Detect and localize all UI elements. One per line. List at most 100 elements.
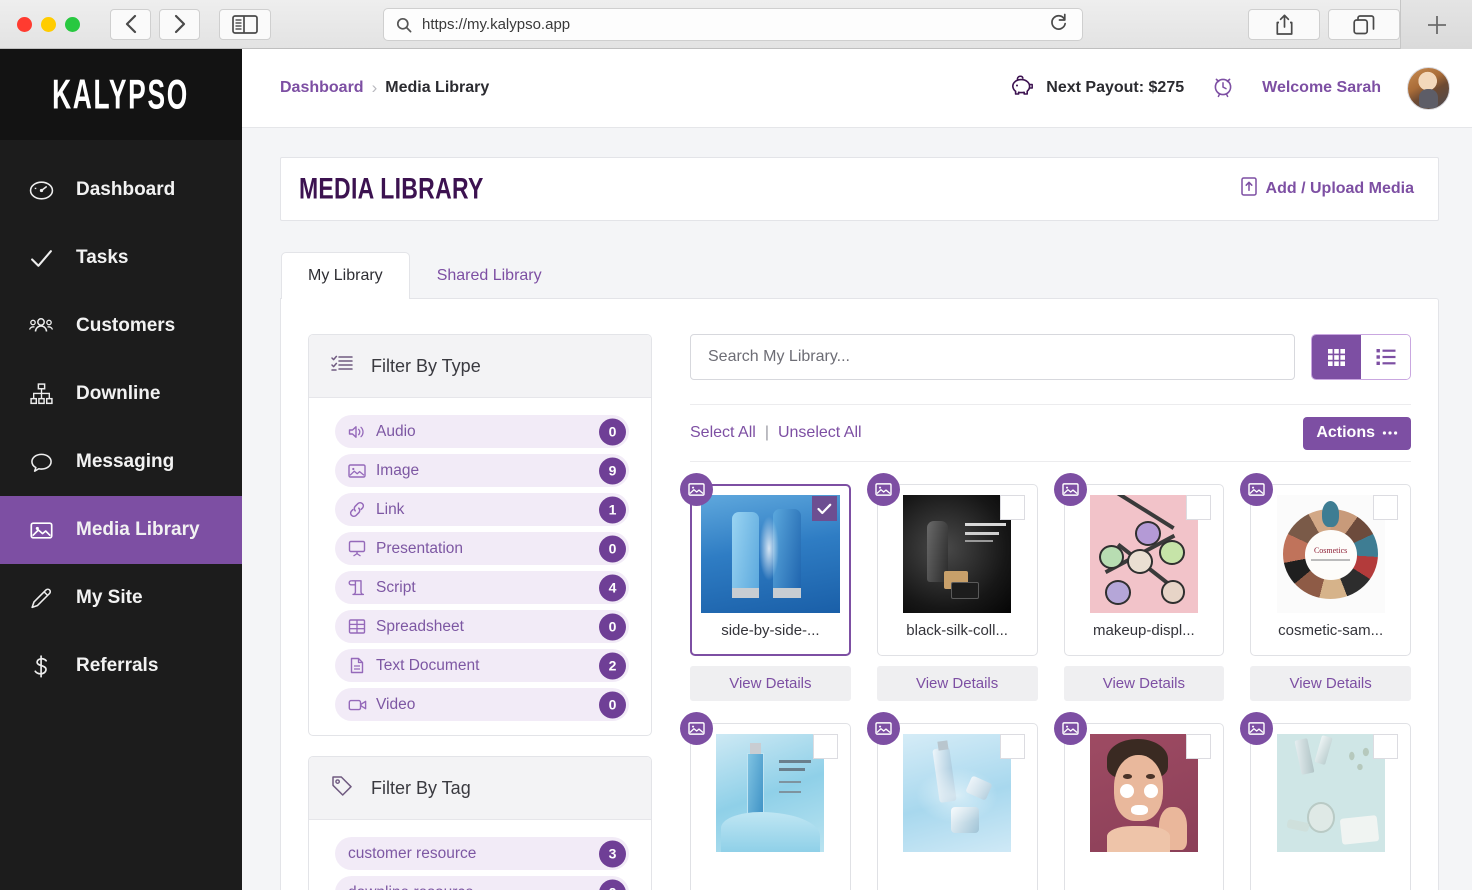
- filter-row-presentation[interactable]: Presentation 0: [335, 532, 629, 565]
- list-view-button[interactable]: [1361, 335, 1410, 379]
- media-checkbox[interactable]: [1186, 734, 1212, 759]
- filter-row-spreadsheet[interactable]: Spreadsheet 0: [335, 610, 629, 643]
- image-icon: [1061, 483, 1079, 496]
- media-checkbox[interactable]: [1373, 495, 1398, 520]
- filter-row-video[interactable]: Video 0: [335, 688, 629, 721]
- maximize-window-button[interactable]: [65, 16, 80, 32]
- filter-tag-customer-resource[interactable]: customer resource 3: [335, 837, 629, 870]
- topbar-right-group: Next Payout: $275 Welcome Sarah: [1009, 66, 1472, 110]
- media-card[interactable]: [1250, 723, 1411, 890]
- breadcrumb-dashboard-link[interactable]: Dashboard: [280, 79, 364, 97]
- view-details-button[interactable]: View Details: [690, 666, 851, 701]
- view-details-button[interactable]: View Details: [876, 666, 1038, 701]
- filter-row-label: Text Document: [376, 656, 480, 674]
- media-card[interactable]: Cosmetics cosmetic-sam...: [1250, 484, 1411, 656]
- sidebar-item-tasks[interactable]: Tasks: [0, 224, 242, 292]
- sidebar-toggle-icon: [232, 14, 258, 34]
- avatar[interactable]: [1407, 66, 1450, 110]
- check-icon: [817, 503, 832, 514]
- media-grid: side-by-side-... View Details black-silk…: [680, 473, 1411, 890]
- gauge-icon: [28, 178, 54, 203]
- breadcrumb-current: Media Library: [385, 79, 490, 96]
- view-details-button[interactable]: View Details: [1063, 666, 1225, 701]
- close-window-button[interactable]: [17, 16, 32, 32]
- media-card[interactable]: [690, 723, 851, 890]
- sidebar-item-dashboard[interactable]: Dashboard: [0, 156, 242, 224]
- grid-view-button[interactable]: [1312, 335, 1361, 379]
- sidebar-item-my-site[interactable]: My Site: [0, 564, 242, 632]
- media-card[interactable]: [876, 723, 1038, 890]
- main-area: Dashboard › Media Library Next Payout: $…: [242, 49, 1472, 890]
- sidebar-item-label: Messaging: [76, 451, 175, 472]
- next-payout[interactable]: Next Payout: $275: [1009, 74, 1184, 102]
- filter-by-tag-list: customer resource 3 downline resource 2: [309, 820, 651, 890]
- tab-my-library[interactable]: My Library: [281, 252, 410, 299]
- media-checkbox[interactable]: [999, 734, 1025, 759]
- sidebar-item-customers[interactable]: Customers: [0, 292, 242, 360]
- filter-row-image[interactable]: Image 9: [335, 454, 629, 487]
- media-card[interactable]: makeup-displ...: [1063, 484, 1225, 656]
- filter-row-count: 0: [599, 613, 626, 640]
- check-icon: [28, 246, 54, 271]
- tab-overview-button[interactable]: [1328, 9, 1400, 40]
- add-upload-media-button[interactable]: Add / Upload Media: [1240, 177, 1414, 201]
- sidebar-item-label: Customers: [76, 315, 176, 336]
- media-item: side-by-side-... View Details: [680, 473, 851, 701]
- filter-row-script[interactable]: Script 4: [335, 571, 629, 604]
- media-checkbox[interactable]: [999, 495, 1025, 520]
- brand-logo[interactable]: KALYPSO: [0, 49, 242, 140]
- media-checkbox[interactable]: [1186, 495, 1212, 520]
- filter-by-tag-title: Filter By Tag: [371, 777, 471, 798]
- unselect-all-link[interactable]: Unselect All: [778, 424, 862, 442]
- forward-button[interactable]: [159, 8, 200, 40]
- new-tab-button[interactable]: [1400, 0, 1472, 49]
- filter-row-audio[interactable]: Audio 0: [335, 415, 629, 448]
- thumbnail-art: [1089, 734, 1198, 852]
- document-icon: [348, 657, 370, 674]
- thumbnail-art: [1276, 734, 1385, 852]
- minimize-window-button[interactable]: [41, 16, 56, 32]
- filter-row-label: Image: [376, 461, 420, 479]
- filter-tag-downline-resource[interactable]: downline resource 2: [335, 876, 629, 890]
- media-checkbox[interactable]: [812, 734, 838, 759]
- app-topbar: Dashboard › Media Library Next Payout: $…: [242, 49, 1472, 128]
- media-item: makeup-displ... View Details: [1053, 473, 1225, 701]
- sidebar-toggle-button[interactable]: [219, 8, 271, 40]
- search-input[interactable]: Search My Library...: [690, 334, 1295, 380]
- welcome-message[interactable]: Welcome Sarah: [1262, 79, 1381, 97]
- reload-button[interactable]: [1049, 13, 1068, 37]
- media-item: black-silk-coll... View Details: [866, 473, 1038, 701]
- filter-row-label: Script: [376, 578, 416, 596]
- select-all-link[interactable]: Select All: [690, 424, 756, 442]
- media-card[interactable]: [1063, 723, 1225, 890]
- sidebar-item-messaging[interactable]: Messaging: [0, 428, 242, 496]
- share-button[interactable]: [1248, 9, 1320, 40]
- address-bar[interactable]: https://my.kalypso.app: [383, 8, 1083, 41]
- actions-button[interactable]: Actions: [1303, 416, 1411, 450]
- people-icon: [28, 313, 54, 339]
- video-camera-icon: [348, 697, 370, 713]
- sidebar-item-referrals[interactable]: Referrals: [0, 632, 242, 700]
- alarm-clock-icon[interactable]: [1210, 73, 1236, 104]
- media-card[interactable]: black-silk-coll...: [876, 484, 1038, 656]
- back-button[interactable]: [110, 8, 151, 40]
- tab-shared-library[interactable]: Shared Library: [410, 252, 569, 299]
- media-checkbox[interactable]: [1373, 734, 1398, 759]
- thumbnail-art: [903, 495, 1012, 613]
- sidebar-item-media-library[interactable]: Media Library: [0, 496, 242, 564]
- page-title: MEDIA LIBRARY: [299, 171, 484, 205]
- media-card[interactable]: side-by-side-...: [690, 484, 851, 656]
- chat-icon: [28, 450, 54, 475]
- filter-row-link[interactable]: Link 1: [335, 493, 629, 526]
- media-type-icon: [866, 473, 900, 506]
- media-name: cosmetic-sam...: [1278, 622, 1384, 639]
- media-checkbox[interactable]: [811, 496, 837, 521]
- app-root: KALYPSO Dashboard Tasks Customers Downli…: [0, 49, 1472, 890]
- media-name: side-by-side-...: [721, 622, 820, 639]
- filter-row-text-document[interactable]: Text Document 2: [335, 649, 629, 682]
- view-details-button[interactable]: View Details: [1250, 666, 1411, 701]
- thumbnail-art: [716, 734, 825, 852]
- sidebar-item-downline[interactable]: Downline: [0, 360, 242, 428]
- sidebar-item-label: Tasks: [76, 247, 129, 268]
- sidebar-item-label: Media Library: [76, 519, 200, 540]
